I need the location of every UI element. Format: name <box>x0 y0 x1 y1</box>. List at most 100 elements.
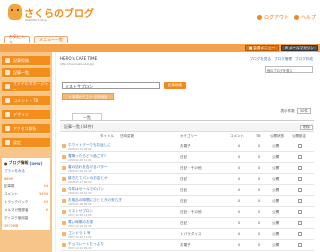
row-checkbox[interactable] <box>298 188 302 192</box>
row-category: 日記 <box>180 221 188 225</box>
col-status: 公開状態 <box>270 134 284 138</box>
row-checkbox[interactable] <box>298 210 302 214</box>
perpage-select[interactable]: 50件 <box>296 108 311 114</box>
blog-title: HERO's CAFE TIME <box>60 56 98 61</box>
view-blog-link[interactable]: ブログを見る <box>250 57 272 62</box>
row-comment-count: 0 <box>238 155 241 159</box>
post-status-icon <box>62 188 66 192</box>
row-status: 公開 <box>272 221 280 225</box>
row-category: 日記・その他 <box>180 210 202 214</box>
search-input[interactable]: ミストサブロン <box>62 82 160 89</box>
design-icon <box>5 112 10 117</box>
list-icon <box>5 70 10 75</box>
trackback-row: トラックバック 43 <box>4 200 48 204</box>
post-status-icon <box>62 177 66 181</box>
mail-magazine-button[interactable]: ✉ メールマガジン <box>280 45 318 51</box>
row-status: 公開 <box>272 144 280 148</box>
logo[interactable]: さくらのブログ SAKURA's blog <box>8 2 94 26</box>
plan-row: プランをみる <box>4 169 48 174</box>
blog-info-title: ● ブログ情報 (new) <box>4 160 43 166</box>
help-icon <box>293 15 299 20</box>
row-comment-count: 0 <box>238 232 241 236</box>
logout-link[interactable]: ログアウト <box>256 14 289 21</box>
member-menu-button[interactable]: ■ 会員メニュー <box>244 45 279 51</box>
logo-sub: SAKURA's blog <box>25 18 47 22</box>
row-comment-count: 0 <box>238 243 241 247</box>
sidebar-item-settings[interactable]: 設定 <box>2 138 50 148</box>
new-category-button[interactable]: + 新規カテゴリー記事追加 <box>62 93 114 100</box>
row-tb-count: 0 <box>258 155 261 159</box>
row-category: 日記 <box>180 199 188 203</box>
row-comment-count: 0 <box>238 188 241 192</box>
row-status: 公開 <box>272 243 280 247</box>
blog-info-box: ● ブログ情報 (new) プランをみる 6699 記事数 44 コメント 5494… <box>2 158 50 230</box>
cat-logo-icon <box>8 4 22 20</box>
row-tb-count: 0 <box>258 243 261 247</box>
row-checkbox[interactable] <box>298 243 302 247</box>
search-button[interactable]: 記事検索 <box>164 82 186 89</box>
row-tb-count: 0 <box>258 232 261 236</box>
row-date: 2008-03-14 08:00 <box>68 148 92 151</box>
row-checkbox[interactable] <box>298 232 302 236</box>
tab-favorites[interactable]: お気に入り <box>4 34 30 45</box>
row-tb-count: 0 <box>258 199 261 203</box>
row-status: 公開 <box>272 188 280 192</box>
row-checkbox[interactable] <box>298 155 302 159</box>
sidebar-item-files[interactable]: ファイルマネージャー <box>2 81 50 92</box>
row-checkbox[interactable] <box>298 166 302 170</box>
post-status-icon <box>62 221 66 225</box>
table-row: お風呂の時間にひとときの安らぎ 2008-01-08 08:00 日記 0 0 公開 <box>60 197 314 207</box>
sidebar-item-analytics[interactable]: アクセス解析 <box>2 124 50 134</box>
col-comment: コメント <box>230 134 244 138</box>
row-category: 日記 <box>180 188 188 192</box>
disk-row: ディスク使用量 <box>4 216 29 220</box>
row-tb-count: 0 <box>258 210 261 214</box>
sidebar-item-list[interactable]: 記事一覧 <box>2 68 50 78</box>
post-icon <box>5 58 10 63</box>
plan-value-row: 6699 <box>4 177 13 181</box>
row-comment-count: 0 <box>238 177 241 181</box>
table-row: ミストサブロン 2007-12-28 12:00 日記・その他 0 0 公開 <box>60 208 314 218</box>
tab-menu-list[interactable]: メニュー一覧 <box>34 36 68 43</box>
post-status-icon <box>62 144 66 148</box>
row-checkbox[interactable] <box>298 199 302 203</box>
col-date-change[interactable]: 日時変更 <box>120 134 134 139</box>
plus-icon: + <box>68 94 72 99</box>
sidebar: 記事投稿 記事一覧 ファイルマネージャー コメント・TB デザイン アクセス解析… <box>0 52 52 252</box>
top-links: ログアウト ヘルプ <box>256 14 316 21</box>
delete-button[interactable]: 削除 <box>300 125 313 130</box>
row-comment-count: 0 <box>238 199 241 203</box>
mail-icon: ✉ <box>284 46 288 50</box>
post-status-icon <box>62 210 66 214</box>
article-row: 記事数 44 <box>4 184 48 188</box>
sidebar-item-post[interactable]: 記事投稿 <box>2 56 50 66</box>
manage-blog-link[interactable]: ブログ管理 <box>274 57 292 62</box>
row-comment-count: 0 <box>238 221 241 225</box>
row-date: 2008-02-09 12:00 <box>68 159 92 162</box>
sidebar-item-comments[interactable]: コメント・TB <box>2 96 50 106</box>
col-category[interactable]: カテゴリー <box>180 134 198 139</box>
row-status: 公開 <box>272 199 280 203</box>
row-status: 公開 <box>272 177 280 181</box>
row-checkbox[interactable] <box>298 221 302 225</box>
col-title[interactable]: タイトル <box>100 134 114 139</box>
row-checkbox[interactable] <box>298 144 302 148</box>
info-icon: ● <box>4 160 8 166</box>
chart-icon <box>5 126 10 131</box>
row-category: 日記 <box>180 155 188 159</box>
row-date: 2007-12-28 12:00 <box>68 214 92 217</box>
help-link[interactable]: ヘルプ <box>293 14 316 21</box>
post-status-icon <box>62 243 66 247</box>
create-blog-link[interactable]: ブログ作成 <box>295 57 313 62</box>
row-tb-count: 0 <box>258 221 261 225</box>
row-date: 2008-01-27 09:00 <box>68 181 92 184</box>
table-row: 春の訪れを告げるバター 2008-02-02 10:30 日記・その他 0 0 公開 <box>60 164 314 174</box>
blog-url[interactable]: http://herocafe.sblo.jp/ <box>60 62 94 66</box>
blog-select[interactable]: 他のブログを選ぶ <box>265 66 313 73</box>
row-tb-count: 0 <box>258 188 261 192</box>
row-checkbox[interactable] <box>298 177 302 181</box>
post-status-icon <box>62 232 66 236</box>
sidebar-item-design[interactable]: デザイン <box>2 110 50 120</box>
plan-link[interactable]: プランをみる <box>4 169 25 174</box>
comment-row: コメント 5494 <box>4 192 48 196</box>
